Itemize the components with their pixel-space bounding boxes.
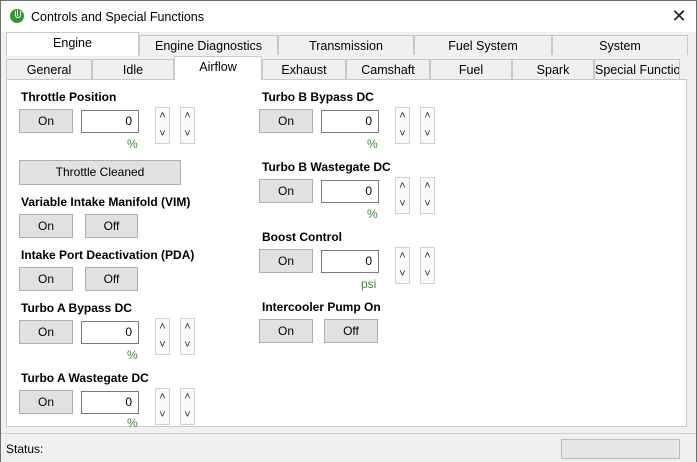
spin-up-icon[interactable]: ˄ <box>396 250 409 262</box>
close-icon[interactable]: ✕ <box>665 3 693 29</box>
spin-down-icon[interactable]: ˅ <box>156 339 169 351</box>
boost-control-input[interactable]: 0 <box>321 250 379 273</box>
subtab-airflow[interactable]: Airflow <box>174 56 262 80</box>
subtab-camshaft[interactable]: Camshaft <box>346 59 430 79</box>
intercooler-pump-on-button[interactable]: On <box>259 319 313 343</box>
vim-on-button[interactable]: On <box>19 214 73 238</box>
turbo-b-wastegate-on-button[interactable]: On <box>259 179 313 203</box>
turbo-b-bypass-unit: % <box>367 137 378 151</box>
spin-down-icon[interactable]: ˅ <box>396 198 409 210</box>
turbo-a-bypass-spinner-2[interactable]: ˄ ˅ <box>180 318 195 355</box>
airflow-panel: Throttle Position On 0 % ˄ ˅ ˄ ˅ Throttle … <box>6 79 687 430</box>
tab-engine[interactable]: Engine <box>6 32 139 56</box>
spin-up-icon[interactable]: ˄ <box>156 391 169 403</box>
spin-down-icon[interactable]: ˅ <box>156 409 169 421</box>
turbo-b-bypass-input[interactable]: 0 <box>321 110 379 133</box>
spin-down-icon[interactable]: ˅ <box>421 198 434 210</box>
power-icon <box>10 9 24 23</box>
turbo-a-bypass-unit: % <box>127 348 138 362</box>
window-title: Controls and Special Functions <box>31 10 205 24</box>
boost-control-unit: psi <box>361 277 377 291</box>
status-label: Status: <box>6 442 44 456</box>
turbo-a-wastegate-spinner-2[interactable]: ˄ ˅ <box>180 388 195 425</box>
tab-system[interactable]: System <box>552 35 688 55</box>
spin-up-icon[interactable]: ˄ <box>156 321 169 333</box>
spin-up-icon[interactable]: ˄ <box>181 110 194 122</box>
intercooler-pump-off-button[interactable]: Off <box>324 319 378 343</box>
status-progress <box>561 439 680 459</box>
turbo-b-wastegate-label: Turbo B Wastegate DC <box>262 160 391 174</box>
spin-up-icon[interactable]: ˄ <box>156 110 169 122</box>
boost-control-label: Boost Control <box>262 230 342 244</box>
spin-down-icon[interactable]: ˅ <box>181 409 194 421</box>
turbo-b-bypass-spinner-2[interactable]: ˄ ˅ <box>420 107 435 144</box>
tab-fuel-system[interactable]: Fuel System <box>414 35 552 55</box>
throttle-position-unit: % <box>127 137 138 151</box>
spin-down-icon[interactable]: ˅ <box>421 268 434 280</box>
spin-down-icon[interactable]: ˅ <box>396 128 409 140</box>
tab-transmission[interactable]: Transmission <box>278 35 414 55</box>
turbo-a-bypass-input[interactable]: 0 <box>81 321 139 344</box>
throttle-cleaned-button[interactable]: Throttle Cleaned <box>19 160 181 185</box>
subtab-idle[interactable]: Idle <box>92 59 174 79</box>
turbo-a-wastegate-on-button[interactable]: On <box>19 390 73 414</box>
intercooler-pump-label: Intercooler Pump On <box>262 300 381 314</box>
spin-down-icon[interactable]: ˅ <box>156 128 169 140</box>
turbo-b-bypass-on-button[interactable]: On <box>259 109 313 133</box>
spin-down-icon[interactable]: ˅ <box>181 339 194 351</box>
turbo-a-wastegate-label: Turbo A Wastegate DC <box>21 371 149 385</box>
turbo-a-wastegate-input[interactable]: 0 <box>81 391 139 414</box>
subtab-exhaust[interactable]: Exhaust <box>262 59 346 79</box>
spin-up-icon[interactable]: ˄ <box>396 110 409 122</box>
spin-down-icon[interactable]: ˅ <box>396 268 409 280</box>
throttle-position-spinner-2[interactable]: ˄ ˅ <box>180 107 195 144</box>
title-bar: Controls and Special Functions ✕ <box>1 1 696 32</box>
subtab-fuel[interactable]: Fuel <box>430 59 512 79</box>
status-bar: Status: <box>1 433 696 462</box>
spin-up-icon[interactable]: ˄ <box>421 110 434 122</box>
turbo-b-wastegate-input[interactable]: 0 <box>321 180 379 203</box>
throttle-position-on-button[interactable]: On <box>19 109 73 133</box>
spin-down-icon[interactable]: ˅ <box>421 128 434 140</box>
spin-up-icon[interactable]: ˄ <box>181 391 194 403</box>
turbo-a-bypass-spinner[interactable]: ˄ ˅ <box>155 318 170 355</box>
tab-engine-diagnostics[interactable]: Engine Diagnostics <box>139 35 278 55</box>
throttle-position-input[interactable]: 0 <box>81 110 139 133</box>
subtab-spark[interactable]: Spark <box>512 59 594 79</box>
pda-on-button[interactable]: On <box>19 267 73 291</box>
turbo-b-wastegate-spinner-2[interactable]: ˄ ˅ <box>420 177 435 214</box>
turbo-a-wastegate-spinner[interactable]: ˄ ˅ <box>155 388 170 425</box>
turbo-a-bypass-label: Turbo A Bypass DC <box>21 301 132 315</box>
turbo-b-wastegate-spinner[interactable]: ˄ ˅ <box>395 177 410 214</box>
turbo-b-bypass-label: Turbo B Bypass DC <box>262 90 374 104</box>
subtab-special-functions[interactable]: Special Functio <box>594 59 680 79</box>
turbo-b-wastegate-unit: % <box>367 207 378 221</box>
boost-control-spinner[interactable]: ˄ ˅ <box>395 247 410 284</box>
throttle-position-label: Throttle Position <box>21 90 117 104</box>
spin-down-icon[interactable]: ˅ <box>181 128 194 140</box>
spin-up-icon[interactable]: ˄ <box>396 180 409 192</box>
subtab-general[interactable]: General <box>6 59 92 79</box>
boost-control-on-button[interactable]: On <box>259 249 313 273</box>
spin-up-icon[interactable]: ˄ <box>421 250 434 262</box>
spin-up-icon[interactable]: ˄ <box>421 180 434 192</box>
pda-label: Intake Port Deactivation (PDA) <box>21 248 195 262</box>
vim-off-button[interactable]: Off <box>85 214 138 238</box>
spin-up-icon[interactable]: ˄ <box>181 321 194 333</box>
turbo-a-bypass-on-button[interactable]: On <box>19 320 73 344</box>
boost-control-spinner-2[interactable]: ˄ ˅ <box>420 247 435 284</box>
vim-label: Variable Intake Manifold (VIM) <box>21 195 191 209</box>
turbo-b-bypass-spinner[interactable]: ˄ ˅ <box>395 107 410 144</box>
controls-window: Controls and Special Functions ✕ Engine … <box>0 0 697 462</box>
throttle-position-spinner[interactable]: ˄ ˅ <box>155 107 170 144</box>
pda-off-button[interactable]: Off <box>85 267 138 291</box>
turbo-a-wastegate-unit: % <box>127 416 138 430</box>
